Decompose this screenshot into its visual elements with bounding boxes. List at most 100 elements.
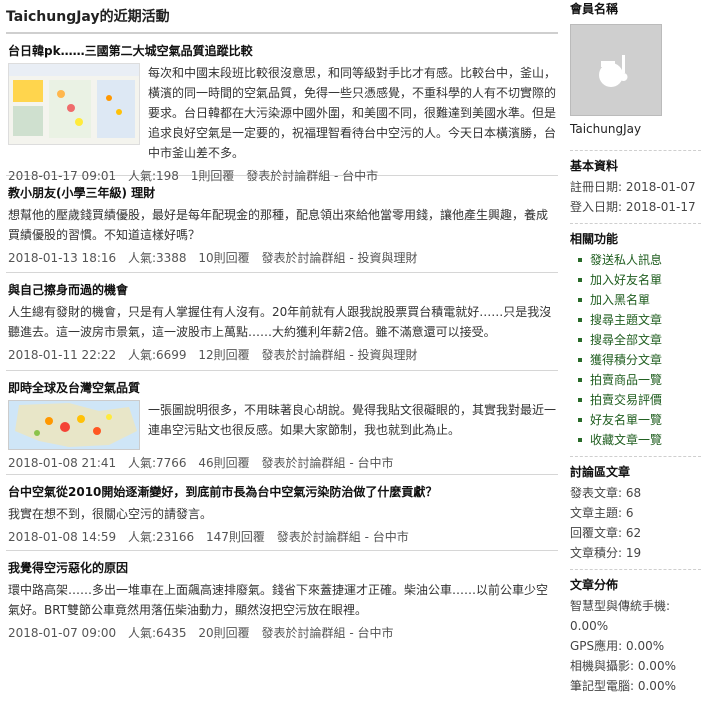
bullet-icon <box>578 317 582 322</box>
function-friend-list[interactable]: 好友名單一覽 <box>570 410 701 430</box>
function-add-blacklist[interactable]: 加入黑名單 <box>570 290 701 310</box>
function-favorites[interactable]: 收藏文章一覽 <box>570 430 701 450</box>
post-item: 與自己擦身而過的機會 人生總有發財的機會，只是有人掌握住有人沒有。20年前就有人… <box>6 273 558 371</box>
dist-row: GPS應用: 0.00% <box>570 639 665 653</box>
bullet-icon <box>578 377 582 382</box>
function-label: 搜尋全部文章 <box>590 333 663 347</box>
post-title-link[interactable]: 教小朋友(小學三年級) 理財 <box>8 184 558 202</box>
function-label: 獲得積分文章 <box>590 353 663 367</box>
post-meta: 2018-01-08 14:59 人氣:23166 147則回覆 發表於討論群組… <box>8 528 558 546</box>
post-replies-link[interactable]: 12則回覆 <box>198 348 249 362</box>
forum-stats-title: 討論區文章 <box>570 465 631 479</box>
stat-replies: 回覆文章: 62 <box>570 526 642 540</box>
post-excerpt: 人生總有發財的機會，只是有人掌握住有人沒有。20年前就有人跟我說股票買台積電就好… <box>8 305 552 339</box>
username: TaichungJay <box>570 122 642 136</box>
bullet-icon <box>578 397 582 402</box>
post-title-link[interactable]: 與自己擦身而過的機會 <box>8 281 558 299</box>
function-search-all[interactable]: 搜尋全部文章 <box>570 330 701 350</box>
post-date: 2018-01-08 21:41 <box>8 456 117 470</box>
dist-row: 0.00% <box>570 619 609 633</box>
post-views: 人氣:198 <box>127 169 179 183</box>
dist-row: 智慧型與傳統手機: <box>570 599 671 613</box>
post-thumbnail[interactable] <box>8 63 140 145</box>
post-date: 2018-01-17 09:01 <box>8 169 117 183</box>
dist-row: 筆記型電腦: 0.00% <box>570 679 676 693</box>
function-label: 發送私人訊息 <box>590 253 663 267</box>
post-body-wrap: 每次和中國末段班比較很沒意思，和同等級對手比才有感。比較台中，釜山，橫濱的同一時… <box>8 63 558 163</box>
post-replies-link[interactable]: 46則回覆 <box>198 456 249 470</box>
post-item: 台中空氣從2010開始逐漸變好，到底前市長為台中空氣污染防治做了什麼貢獻？ 我實… <box>6 475 558 551</box>
post-date: 2018-01-08 14:59 <box>8 530 117 544</box>
bullet-icon <box>578 357 582 362</box>
stat-topics: 文章主題: 6 <box>570 506 634 520</box>
post-replies-link[interactable]: 1則回覆 <box>191 169 235 183</box>
function-label: 拍賣商品一覽 <box>590 373 663 387</box>
basic-info-section: 基本資料 註冊日期: 2018-01-07 登入日期: 2018-01-17 <box>570 157 701 224</box>
post-excerpt: 我實在想不到，很關心空污的請發言。 <box>8 507 213 521</box>
post-replies-link[interactable]: 20則回覆 <box>198 626 249 640</box>
member-section: 會員名稱 TaichungJay <box>570 0 701 151</box>
air-quality-thumbnail-icon <box>9 64 139 138</box>
bullet-icon <box>578 437 582 442</box>
post-title-link[interactable]: 我覺得空污惡化的原因 <box>8 559 558 577</box>
post-views: 人氣:23166 <box>127 530 195 544</box>
post-forum-link[interactable]: 發表於討論群組 - 台中市 <box>277 530 409 544</box>
function-search-topics[interactable]: 搜尋主題文章 <box>570 310 701 330</box>
post-forum-link[interactable]: 發表於討論群組 - 投資與理財 <box>262 348 418 362</box>
post-date: 2018-01-07 09:00 <box>8 626 117 640</box>
avatar[interactable] <box>570 24 662 116</box>
post-date: 2018-01-13 18:16 <box>8 251 117 265</box>
function-auction-items[interactable]: 拍賣商品一覽 <box>570 370 701 390</box>
post-meta: 2018-01-08 21:41 人氣:7766 46則回覆 發表於討論群組 -… <box>8 454 558 472</box>
post-meta: 2018-01-11 22:22 人氣:6699 12則回覆 發表於討論群組 -… <box>8 346 558 364</box>
post-meta: 2018-01-07 09:00 人氣:6435 20則回覆 發表於討論群組 -… <box>8 624 558 642</box>
default-avatar-icon <box>599 55 628 87</box>
forum-stats-section: 討論區文章 發表文章: 68 文章主題: 6 回覆文章: 62 文章積分: 19 <box>570 463 701 570</box>
post-forum-link[interactable]: 發表於討論群組 - 台中市 <box>262 456 394 470</box>
post-replies-link[interactable]: 147則回覆 <box>206 530 265 544</box>
profile-sidebar: 會員名稱 TaichungJay 基本資料 註冊日期: 2018-01-07 登… <box>570 0 701 708</box>
post-date: 2018-01-11 22:22 <box>8 348 117 362</box>
function-label: 收藏文章一覽 <box>590 433 663 447</box>
bullet-icon <box>578 297 582 302</box>
post-excerpt: 想幫他的壓歲錢買績優股，最好是每年配現金的那種，配息領出來給他當零用錢，讓他產生… <box>8 208 549 242</box>
function-points-articles[interactable]: 獲得積分文章 <box>570 350 701 370</box>
post-thumbnail[interactable] <box>8 400 140 450</box>
post-forum-link[interactable]: 發表於討論群組 - 台中市 <box>262 626 394 640</box>
function-auction-ratings[interactable]: 拍賣交易評價 <box>570 390 701 410</box>
map-thumbnail-icon <box>9 401 139 449</box>
stat-posts: 發表文章: 68 <box>570 486 642 500</box>
bullet-icon <box>578 277 582 282</box>
functions-section: 相關功能 發送私人訊息 加入好友名單 加入黑名單 搜尋主題文章 搜尋全部文章 獲… <box>570 230 701 457</box>
post-forum-link[interactable]: 發表於討論群組 - 投資與理財 <box>262 251 418 265</box>
stat-points: 文章積分: 19 <box>570 546 642 560</box>
post-excerpt: 一張圖說明很多，不用昧著良心胡說。覺得我貼文很礙眼的，其實我對最近一連串空污貼文… <box>148 403 557 437</box>
post-replies-link[interactable]: 10則回覆 <box>198 251 249 265</box>
post-body-wrap: 一張圖說明很多，不用昧著良心胡說。覺得我貼文很礙眼的，其實我對最近一連串空污貼文… <box>8 400 558 450</box>
post-item: 教小朋友(小學三年級) 理財 想幫他的壓歲錢買績優股，最好是每年配現金的那種，配… <box>6 176 558 273</box>
bullet-icon <box>578 257 582 262</box>
post-forum-link[interactable]: 發表於討論群組 - 台中市 <box>246 169 378 183</box>
basic-info-title: 基本資料 <box>570 159 619 173</box>
post-views: 人氣:6435 <box>127 626 187 640</box>
page-header: TaichungJay的近期活動 <box>6 0 558 34</box>
post-title-link[interactable]: 即時全球及台灣空氣品質 <box>8 379 558 397</box>
post-title-link[interactable]: 台日韓pk……三國第二大城空氣品質追蹤比較 <box>8 42 558 60</box>
function-send-message[interactable]: 發送私人訊息 <box>570 250 701 270</box>
distribution-section: 文章分佈 智慧型與傳統手機: 0.00% GPS應用: 0.00% 相機與攝影:… <box>570 576 701 702</box>
post-item: 即時全球及台灣空氣品質 一張圖說明很多，不用昧著良心胡說。覺得我貼文很礙眼的，其… <box>6 371 558 475</box>
function-add-friend[interactable]: 加入好友名單 <box>570 270 701 290</box>
page-title: TaichungJay的近期活動 <box>6 9 170 25</box>
post-item: 台日韓pk……三國第二大城空氣品質追蹤比較 每次和中國末段班比較很沒意思，和同等… <box>6 34 558 183</box>
register-date: 註冊日期: 2018-01-07 <box>570 180 696 194</box>
post-excerpt: 每次和中國末段班比較很沒意思，和同等級對手比才有感。比較台中，釜山，橫濱的同一時… <box>148 66 557 160</box>
distribution-title: 文章分佈 <box>570 578 619 592</box>
post-title-link[interactable]: 台中空氣從2010開始逐漸變好，到底前市長為台中空氣污染防治做了什麼貢獻？ <box>8 483 558 501</box>
activity-main: TaichungJay的近期活動 台日韓pk……三國第二大城空氣品質追蹤比較 每… <box>6 0 558 648</box>
function-label: 搜尋主題文章 <box>590 313 663 327</box>
function-label: 拍賣交易評價 <box>590 393 663 407</box>
post-views: 人氣:7766 <box>127 456 187 470</box>
functions-title: 相關功能 <box>570 232 619 246</box>
function-label: 好友名單一覽 <box>590 413 663 427</box>
post-meta: 2018-01-13 18:16 人氣:3388 10則回覆 發表於討論群組 -… <box>8 249 558 267</box>
